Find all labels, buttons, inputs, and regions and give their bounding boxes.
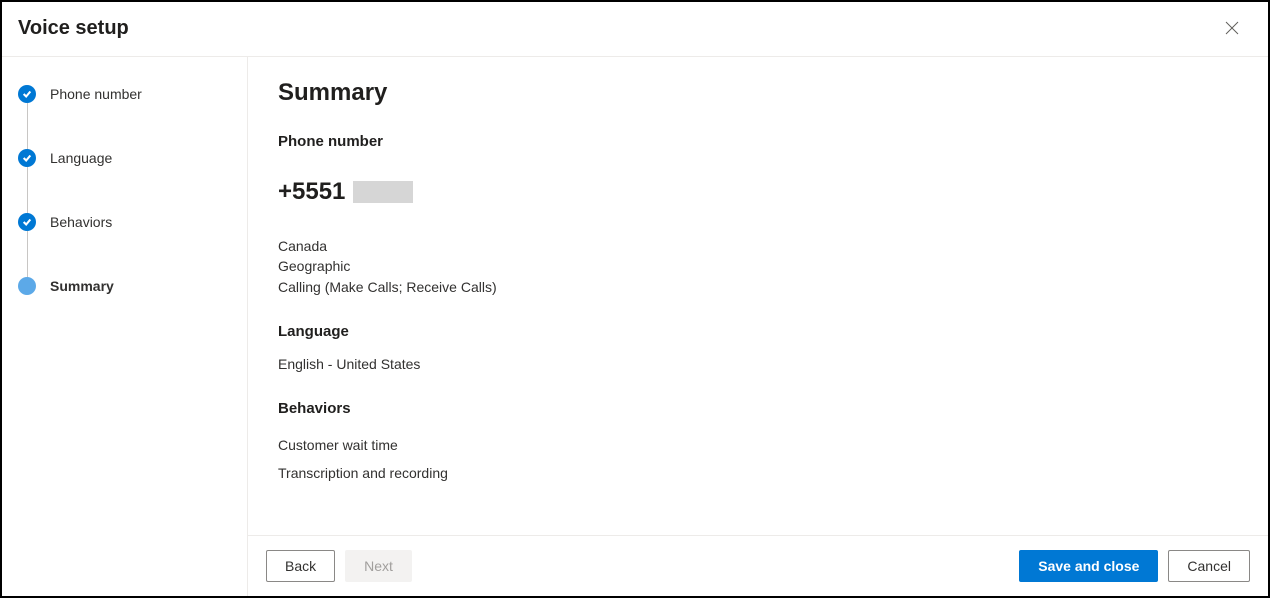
step-phone-number[interactable]: Phone number	[18, 85, 247, 149]
close-icon	[1224, 20, 1240, 36]
phone-capabilities: Calling (Make Calls; Receive Calls)	[278, 277, 1238, 297]
step-behaviors[interactable]: Behaviors	[18, 213, 247, 277]
step-label: Summary	[50, 278, 114, 294]
step-language[interactable]: Language	[18, 149, 247, 213]
footer-right-buttons: Save and close Cancel	[1019, 550, 1250, 582]
language-value: English - United States	[278, 354, 1238, 374]
step-connector	[27, 167, 28, 215]
wizard-footer: Back Next Save and close Cancel	[248, 535, 1268, 596]
step-label: Phone number	[50, 86, 142, 102]
phone-number-redacted	[353, 181, 413, 203]
cancel-button[interactable]: Cancel	[1168, 550, 1250, 582]
page-heading: Summary	[278, 79, 1238, 107]
step-summary[interactable]: Summary	[18, 277, 247, 295]
dialog-title: Voice setup	[18, 17, 129, 40]
checkmark-icon	[22, 217, 32, 227]
summary-content: Summary Phone number +5551 Canada Geogra…	[248, 57, 1268, 535]
section-heading-phone: Phone number	[278, 133, 1238, 150]
step-connector	[27, 103, 28, 151]
close-button[interactable]	[1216, 12, 1248, 44]
voice-setup-dialog: Voice setup Phone number Language	[0, 0, 1270, 598]
save-and-close-button[interactable]: Save and close	[1019, 550, 1158, 582]
section-heading-behaviors: Behaviors	[278, 400, 1238, 417]
next-button: Next	[345, 550, 412, 582]
phone-type: Geographic	[278, 256, 1238, 276]
dialog-header: Voice setup	[2, 2, 1268, 57]
step-marker-completed	[18, 149, 36, 167]
checkmark-icon	[22, 153, 32, 163]
step-label: Behaviors	[50, 214, 112, 230]
step-label: Language	[50, 150, 112, 166]
behavior-item: Transcription and recording	[278, 459, 1238, 487]
step-connector	[27, 231, 28, 279]
step-marker-completed	[18, 213, 36, 231]
phone-number-row: +5551	[278, 178, 1238, 206]
section-heading-language: Language	[278, 323, 1238, 340]
footer-left-buttons: Back Next	[266, 550, 412, 582]
step-marker-current	[18, 277, 36, 295]
wizard-steps-sidebar: Phone number Language Behaviors Summa	[2, 57, 248, 596]
phone-number-prefix: +5551	[278, 178, 345, 206]
phone-country: Canada	[278, 236, 1238, 256]
back-button[interactable]: Back	[266, 550, 335, 582]
dialog-body: Phone number Language Behaviors Summa	[2, 57, 1268, 596]
main-panel: Summary Phone number +5551 Canada Geogra…	[248, 57, 1268, 596]
checkmark-icon	[22, 89, 32, 99]
step-marker-completed	[18, 85, 36, 103]
behavior-item: Customer wait time	[278, 431, 1238, 459]
